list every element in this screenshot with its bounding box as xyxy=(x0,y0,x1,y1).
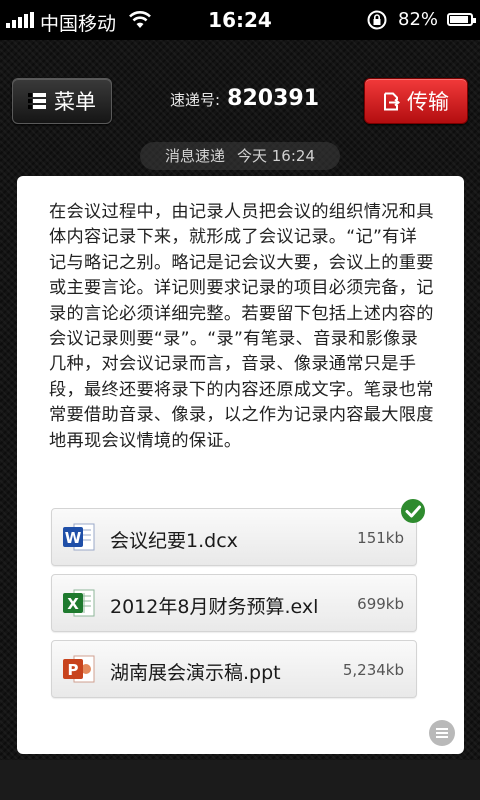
wifi-icon xyxy=(129,11,151,28)
signal-icon xyxy=(6,12,36,28)
bottom-bar xyxy=(0,760,480,800)
checkmark-icon xyxy=(401,499,425,523)
send-button-label: 传输 xyxy=(407,90,449,114)
attachment-item[interactable]: P 湖南展会演示稿.ppt 5,234kb xyxy=(51,640,417,698)
attachment-size: 5,234kb xyxy=(342,661,404,679)
message-time: 今天 16:24 xyxy=(237,147,315,165)
excel-document-icon: X xyxy=(63,589,95,617)
status-bar: 中国移动 16:24 82% xyxy=(0,0,480,40)
rotation-lock-icon xyxy=(367,10,387,30)
word-document-icon: W xyxy=(63,523,95,551)
battery-percent: 82% xyxy=(398,9,439,30)
more-options-icon[interactable] xyxy=(428,719,456,747)
powerpoint-icon-letter: P xyxy=(68,661,79,679)
menu-button-label: 菜单 xyxy=(54,90,96,114)
attachment-name: 会议纪要1.dcx xyxy=(110,530,238,552)
message-meta: 消息速递 今天 16:24 xyxy=(140,142,340,170)
powerpoint-document-icon: P xyxy=(63,655,95,683)
excel-icon-letter: X xyxy=(67,595,79,613)
attachment-size: 151kb xyxy=(357,529,404,547)
transfer-code-value: 820391 xyxy=(227,86,320,111)
battery-level xyxy=(450,16,469,23)
message-sender: 消息速递 xyxy=(164,147,225,165)
menu-button[interactable]: 菜单 xyxy=(12,78,112,124)
message-card: 在会议过程中，由记录人员把会议的组织情况和具体内容记录下来，就形成了会议记录。“… xyxy=(17,176,464,754)
message-body: 在会议过程中，由记录人员把会议的组织情况和具体内容记录下来，就形成了会议记录。“… xyxy=(49,202,434,451)
attachment-name: 湖南展会演示稿.ppt xyxy=(110,662,281,684)
attachment-size: 699kb xyxy=(357,595,404,613)
attachment-item[interactable]: X 2012年8月财务预算.exl 699kb xyxy=(51,574,417,632)
carrier-name: 中国移动 xyxy=(40,13,117,35)
send-button[interactable]: 传输 xyxy=(364,78,468,124)
battery-icon xyxy=(447,13,476,26)
attachment-name: 2012年8月财务预算.exl xyxy=(110,596,319,618)
menu-icon xyxy=(28,93,46,109)
transfer-code-label: 速递号: xyxy=(170,91,221,109)
attachment-item[interactable]: W 会议纪要1.dcx 151kb xyxy=(51,508,417,566)
transfer-code: 速递号: 820391 xyxy=(170,86,319,111)
send-file-icon xyxy=(384,92,400,110)
word-icon-letter: W xyxy=(65,529,82,547)
